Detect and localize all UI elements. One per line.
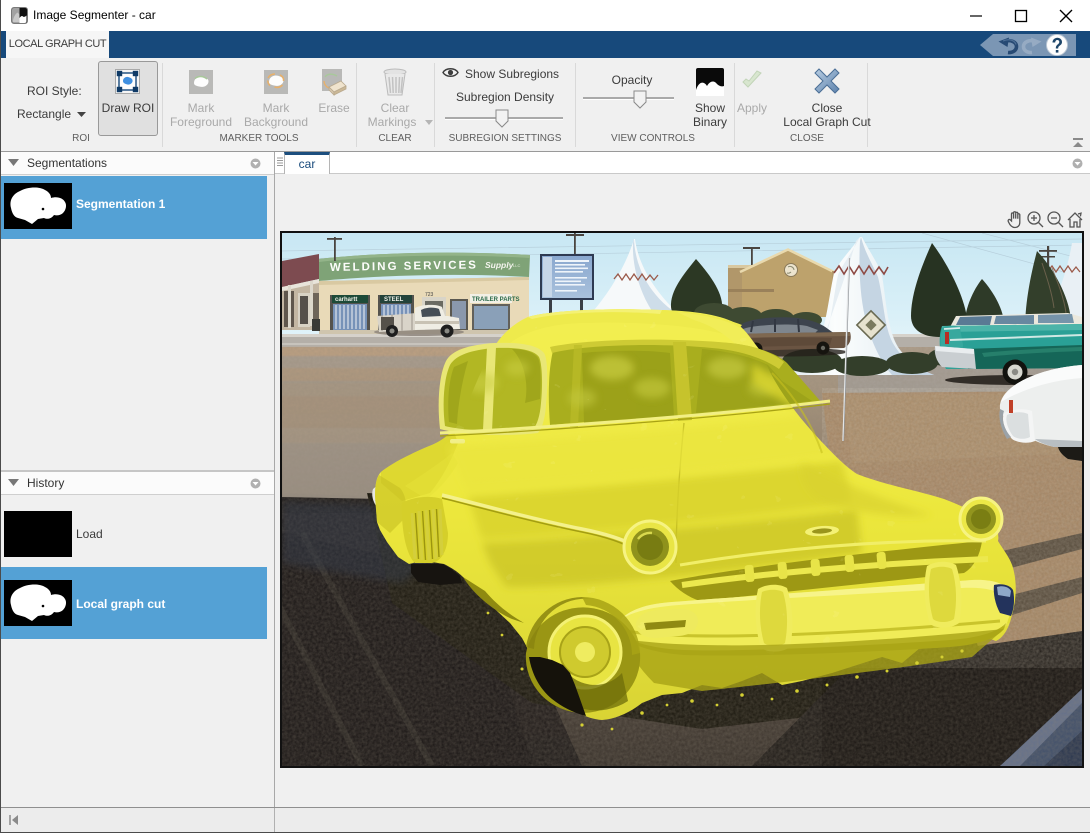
svg-text:STEEL: STEEL bbox=[384, 297, 404, 303]
svg-text:TRAILER PARTS: TRAILER PARTS bbox=[472, 297, 520, 303]
svg-text:723: 723 bbox=[425, 292, 434, 298]
svg-text:Supply: Supply bbox=[485, 260, 515, 270]
svg-text:LLC: LLC bbox=[513, 263, 520, 268]
svg-text:WELDING SERVICES: WELDING SERVICES bbox=[330, 259, 477, 274]
svg-text:carhartt: carhartt bbox=[335, 297, 357, 303]
